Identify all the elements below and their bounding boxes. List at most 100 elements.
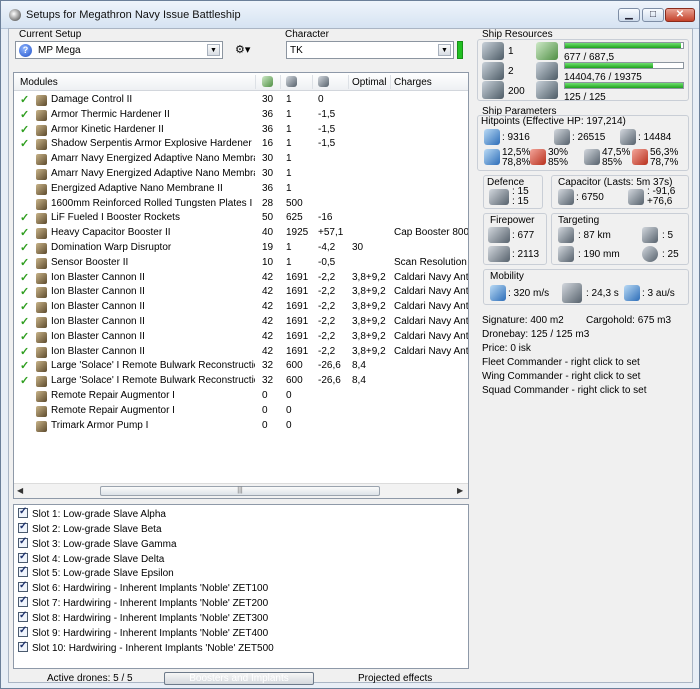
booster-checkbox[interactable]	[18, 536, 28, 548]
module-row[interactable]: Remote Repair Augmentor I 0 0	[14, 404, 468, 419]
booster-item[interactable]: Slot 6: Hardwiring - Inherent Implants '…	[18, 580, 268, 594]
scrollbar-thumb[interactable]: |||	[100, 486, 380, 496]
module-active-check-icon[interactable]: ✓	[20, 108, 29, 121]
module-row[interactable]: ✓ Shadow Serpentis Armor Explosive Harden…	[14, 137, 468, 152]
module-active-check-icon[interactable]: ✓	[20, 123, 29, 136]
module-powergrid: 625	[286, 212, 303, 224]
module-row[interactable]: Energized Adaptive Nano Membrane II 36 1	[14, 182, 468, 197]
booster-checkbox[interactable]	[18, 506, 28, 518]
warp-speed: : 3 au/s	[642, 288, 675, 299]
module-active-check-icon[interactable]: ✓	[20, 330, 29, 343]
booster-item[interactable]: Slot 2: Low-grade Slave Beta	[18, 521, 162, 535]
module-row[interactable]: ✓ Large 'Solace' I Remote Bulwark Reconst…	[14, 374, 468, 389]
settings-icon[interactable]: ⚙▾	[235, 43, 250, 56]
module-name: Trimark Armor Pump I	[51, 419, 149, 431]
module-row[interactable]: ✓ Ion Blaster Cannon II 42 1691 -2,2 3,8+9,2 C…	[14, 315, 468, 330]
module-active-check-icon[interactable]: ✓	[20, 137, 29, 150]
modules-header: Modules Optimal Charges	[14, 73, 468, 91]
capacitor-column-icon[interactable]	[318, 76, 329, 90]
module-active-check-icon[interactable]: ✓	[20, 374, 29, 387]
module-row[interactable]: 1600mm Reinforced Rolled Tungsten Plates…	[14, 197, 468, 212]
booster-item[interactable]: Slot 4: Low-grade Slave Delta	[18, 551, 164, 565]
module-active-check-icon[interactable]: ✓	[20, 93, 29, 106]
module-row[interactable]: ✓ Ion Blaster Cannon II 42 1691 -2,2 3,8+9,2 C…	[14, 271, 468, 286]
module-row[interactable]: ✓ Sensor Booster II 10 1 -0,5 Scan Resolution	[14, 256, 468, 271]
explosive-resist: 56,3% 78,7%	[650, 148, 678, 168]
character-status-indicator	[457, 41, 463, 59]
module-active-check-icon[interactable]: ✓	[20, 300, 29, 313]
dronebay: Dronebay: 125 / 125 m3	[482, 329, 590, 340]
column-modules[interactable]: Modules	[20, 77, 58, 88]
booster-item[interactable]: Slot 5: Low-grade Slave Epsilon	[18, 565, 174, 580]
module-active-check-icon[interactable]: ✓	[20, 256, 29, 269]
booster-checkbox[interactable]	[18, 580, 28, 593]
character-select[interactable]: TK ▼	[286, 41, 454, 59]
booster-item[interactable]: Slot 1: Low-grade Slave Alpha	[18, 506, 166, 520]
wing-commander[interactable]: Wing Commander - right click to set	[482, 371, 640, 382]
module-active-check-icon[interactable]: ✓	[20, 359, 29, 372]
setup-select[interactable]: ? MP Mega ▼	[15, 41, 223, 59]
module-active-check-icon[interactable]: ✓	[20, 345, 29, 358]
module-row[interactable]: ✓ Domination Warp Disruptor 19 1 -4,2 30	[14, 241, 468, 256]
modules-table[interactable]: Modules Optimal Charges ✓ Damage Control …	[13, 72, 469, 499]
booster-item[interactable]: Slot 10: Hardwiring - Inherent Implants …	[18, 640, 274, 654]
booster-checkbox[interactable]	[18, 551, 28, 563]
module-active-check-icon[interactable]: ✓	[20, 315, 29, 328]
module-row[interactable]: ✓ LiF Fueled I Booster Rockets 50 625 -16	[14, 211, 468, 226]
module-row[interactable]: ✓ Heavy Capacitor Booster II 40 1925 +57,1 Ca…	[14, 226, 468, 241]
booster-label: Slot 5: Low-grade Slave Epsilon	[32, 568, 174, 580]
module-row[interactable]: ✓ Armor Thermic Hardener II 36 1 -1,5	[14, 108, 468, 123]
module-active-check-icon[interactable]: ✓	[20, 211, 29, 224]
module-icon	[36, 346, 47, 358]
module-row[interactable]: Amarr Navy Energized Adaptive Nano Membr…	[14, 152, 468, 167]
squad-commander[interactable]: Squad Commander - right click to set	[482, 385, 647, 396]
module-powergrid: 0	[286, 404, 292, 416]
module-row[interactable]: Amarr Navy Energized Adaptive Nano Membr…	[14, 167, 468, 182]
powergrid-column-icon[interactable]	[286, 76, 297, 90]
booster-checkbox[interactable]	[18, 565, 28, 578]
module-row[interactable]: Trimark Armor Pump I 0 0	[14, 419, 468, 434]
powergrid-bar	[564, 62, 684, 69]
module-icon	[36, 169, 47, 180]
booster-checkbox[interactable]	[18, 595, 28, 608]
module-row[interactable]: ✓ Ion Blaster Cannon II 42 1691 -2,2 3,8+9,2 C…	[14, 285, 468, 300]
module-row[interactable]: ✓ Large 'Solace' I Remote Bulwark Reconst…	[14, 359, 468, 374]
booster-checkbox[interactable]	[18, 640, 28, 652]
module-capacitor: -1,5	[318, 123, 336, 135]
module-row[interactable]: Remote Repair Augmentor I 0 0	[14, 389, 468, 404]
module-active-check-icon[interactable]: ✓	[20, 241, 29, 254]
tab-active-drones[interactable]: Active drones: 5 / 5	[47, 673, 133, 684]
column-charges[interactable]: Charges	[394, 77, 432, 88]
scroll-right-icon[interactable]: ▶	[457, 486, 463, 495]
scroll-left-icon[interactable]: ◀	[17, 486, 23, 495]
module-row[interactable]: ✓ Ion Blaster Cannon II 42 1691 -2,2 3,8+9,2 C…	[14, 300, 468, 315]
module-active-check-icon[interactable]: ✓	[20, 285, 29, 298]
minimize-button[interactable]: ▁	[618, 8, 640, 22]
tab-boosters-implants[interactable]: Boosters and Implants	[164, 672, 314, 685]
fleet-commander[interactable]: Fleet Commander - right click to set	[482, 357, 640, 368]
help-icon[interactable]: ?	[19, 44, 32, 57]
tab-projected-effects[interactable]: Projected effects	[358, 673, 432, 684]
module-powergrid: 1691	[286, 271, 309, 283]
close-button[interactable]: ✕	[665, 8, 695, 22]
module-row[interactable]: ✓ Damage Control II 30 1 0	[14, 93, 468, 108]
maximize-button[interactable]: □	[642, 8, 664, 22]
module-row[interactable]: ✓ Ion Blaster Cannon II 42 1691 -2,2 3,8+9,2 C…	[14, 345, 468, 360]
booster-checkbox[interactable]	[18, 521, 28, 533]
module-row[interactable]: ✓ Armor Kinetic Hardener II 36 1 -1,5	[14, 123, 468, 138]
booster-checkbox[interactable]	[18, 625, 28, 637]
cpu-column-icon[interactable]	[262, 76, 273, 90]
booster-item[interactable]: Slot 8: Hardwiring - Inherent Implants '…	[18, 610, 268, 624]
thermal-resist: 30% 85%	[548, 148, 568, 168]
booster-item[interactable]: Slot 3: Low-grade Slave Gamma	[18, 536, 177, 550]
booster-item[interactable]: Slot 7: Hardwiring - Inherent Implants '…	[18, 595, 268, 609]
boosters-implants-list[interactable]: Slot 1: Low-grade Slave Alpha Slot 2: Low…	[13, 504, 469, 669]
booster-checkbox[interactable]	[18, 610, 28, 622]
horizontal-scrollbar[interactable]: ◀ ||| ▶	[14, 483, 468, 498]
module-active-check-icon[interactable]: ✓	[20, 271, 29, 284]
column-optimal[interactable]: Optimal	[352, 77, 386, 88]
booster-item[interactable]: Slot 9: Hardwiring - Inherent Implants '…	[18, 625, 268, 639]
module-active-check-icon[interactable]: ✓	[20, 226, 29, 239]
module-icon	[36, 95, 47, 106]
module-row[interactable]: ✓ Ion Blaster Cannon II 42 1691 -2,2 3,8+9,2 C…	[14, 330, 468, 345]
